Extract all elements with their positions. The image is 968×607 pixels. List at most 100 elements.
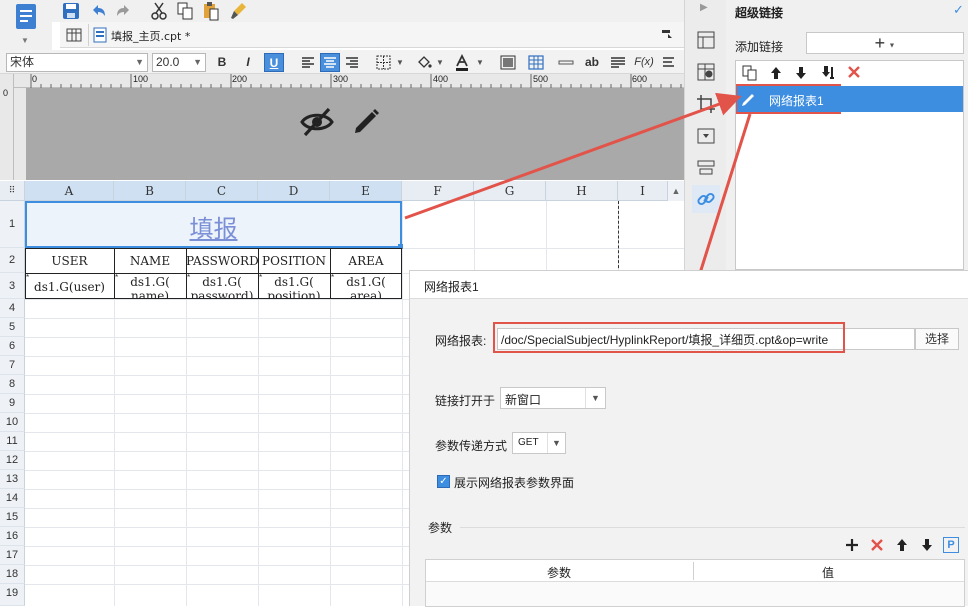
open-in-select[interactable]: 新窗口 ▼ [500, 387, 606, 409]
checkmark-icon[interactable]: ✓ [953, 2, 964, 18]
italic-button[interactable]: I [238, 53, 258, 72]
header-cell-password[interactable]: PASSWORD [186, 254, 258, 268]
move-down-icon[interactable] [793, 65, 809, 81]
method-select[interactable]: GET ▼ [512, 432, 566, 454]
font-family-select[interactable]: 宋体 ▼ [6, 53, 148, 72]
add-link-button[interactable]: + ▼ [806, 32, 964, 54]
condition-icon[interactable] [696, 158, 716, 178]
parameter-pane[interactable] [26, 88, 684, 180]
move-up-icon[interactable] [768, 65, 784, 81]
align-right-icon[interactable] [342, 53, 362, 72]
more-icon[interactable] [660, 53, 680, 72]
title-cell[interactable]: 填报 [25, 201, 402, 248]
file-tab[interactable]: 填报_主页.cpt * [88, 24, 208, 46]
param-p-icon[interactable]: P [943, 537, 959, 553]
header-cell-area[interactable]: AREA [330, 254, 402, 268]
fill-color-icon[interactable] [414, 53, 434, 72]
cell-element-icon[interactable] [696, 62, 716, 82]
cell-attribute-icon[interactable] [696, 30, 716, 50]
paste-icon[interactable] [202, 1, 220, 21]
row-header-17[interactable]: 17 [0, 546, 25, 565]
row-header-1[interactable]: 1 [0, 201, 25, 248]
row-header-6[interactable]: 6 [0, 337, 25, 356]
data-cell-password[interactable]: ds1.G( [186, 275, 258, 289]
delete-link-icon[interactable] [846, 64, 862, 80]
merge-icon[interactable] [498, 53, 518, 72]
row-header-12[interactable]: 12 [0, 451, 25, 470]
col-header-h[interactable]: H [546, 181, 618, 201]
redo-icon[interactable] [114, 1, 134, 21]
align-center-icon[interactable] [320, 53, 340, 72]
corner-cell[interactable]: ⠿ [0, 181, 25, 201]
col-header-c[interactable]: C [186, 181, 258, 201]
header-cell-name[interactable]: NAME [114, 254, 186, 268]
grid-toggle-icon[interactable] [66, 27, 82, 43]
hyperlink-icon[interactable] [692, 185, 720, 213]
row-header-2[interactable]: 2 [0, 248, 25, 273]
report-icon[interactable] [14, 3, 38, 31]
row-header-16[interactable]: 16 [0, 527, 25, 546]
bold-button[interactable]: B [212, 53, 232, 72]
col-header-i[interactable]: I [618, 181, 668, 201]
row-header-19[interactable]: 19 [0, 584, 25, 606]
col-header-f[interactable]: F [402, 181, 474, 201]
row-header-7[interactable]: 7 [0, 356, 25, 375]
crop-icon[interactable] [696, 94, 716, 114]
row-header-11[interactable]: 11 [0, 432, 25, 451]
col-header-e[interactable]: E [330, 181, 402, 201]
row-header-10[interactable]: 10 [0, 413, 25, 432]
row-header-14[interactable]: 14 [0, 489, 25, 508]
table-icon[interactable] [526, 53, 546, 72]
row-header-5[interactable]: 5 [0, 318, 25, 337]
underline-button[interactable]: U [264, 53, 284, 72]
show-params-checkbox[interactable]: ✓ [437, 475, 450, 488]
row-header-8[interactable]: 8 [0, 375, 25, 394]
col-header-a[interactable]: A [25, 181, 114, 201]
cut-icon[interactable] [150, 1, 168, 21]
add-param-icon[interactable] [844, 537, 860, 553]
data-cell-area[interactable]: ds1.G( [330, 275, 402, 289]
data-cell-user[interactable]: ds1.G(user) [25, 280, 114, 294]
chevron-down-icon[interactable]: ▼ [476, 58, 484, 67]
col-header-g[interactable]: G [474, 181, 546, 201]
link-bar-icon[interactable] [556, 53, 576, 72]
chevron-down-icon[interactable]: ▼ [21, 36, 29, 45]
delete-param-icon[interactable] [869, 537, 885, 553]
copy-icon[interactable] [176, 1, 194, 21]
font-size-select[interactable]: 20.0 ▼ [152, 53, 206, 72]
copy-link-icon[interactable] [742, 65, 758, 81]
col-header-d[interactable]: D [258, 181, 330, 201]
header-cell-position[interactable]: POSITION [258, 254, 330, 268]
data-cell-name[interactable]: ds1.G( [114, 275, 186, 289]
chevron-down-icon[interactable]: ▼ [396, 58, 404, 67]
move-bottom-icon[interactable] [820, 65, 836, 81]
header-cell-user[interactable]: USER [25, 254, 114, 268]
scroll-up-icon[interactable]: ▲ [668, 181, 684, 201]
save-icon[interactable] [62, 2, 80, 20]
param-up-icon[interactable] [894, 537, 910, 553]
wrap-text-button[interactable]: ab [582, 53, 602, 72]
row-header-9[interactable]: 9 [0, 394, 25, 413]
collapse-arrow-icon[interactable]: ▶ [700, 2, 708, 13]
param-down-icon[interactable] [919, 537, 935, 553]
data-cell-position[interactable]: ds1.G( [258, 275, 330, 289]
hidden-eye-icon[interactable] [300, 106, 334, 138]
widget-icon[interactable] [696, 126, 716, 146]
text-align-icon[interactable] [608, 53, 628, 72]
chevron-down-icon[interactable]: ▼ [436, 58, 444, 67]
undo-icon[interactable] [88, 1, 108, 21]
select-report-button[interactable]: 选择 [915, 328, 959, 350]
row-header-3[interactable]: 3 [0, 273, 25, 299]
format-painter-icon[interactable] [230, 1, 248, 21]
row-header-15[interactable]: 15 [0, 508, 25, 527]
row-header-4[interactable]: 4 [0, 299, 25, 318]
edit-pencil-icon[interactable] [352, 106, 382, 136]
border-icon[interactable] [374, 53, 394, 72]
col-header-b[interactable]: B [114, 181, 186, 201]
link-list-item-selected[interactable]: 网络报表1 [737, 86, 963, 112]
formula-button[interactable]: F(x) [634, 53, 654, 72]
row-header-18[interactable]: 18 [0, 565, 25, 584]
align-left-icon[interactable] [298, 53, 318, 72]
collapse-toolbar-icon[interactable] [660, 28, 674, 42]
font-color-icon[interactable] [452, 53, 472, 72]
